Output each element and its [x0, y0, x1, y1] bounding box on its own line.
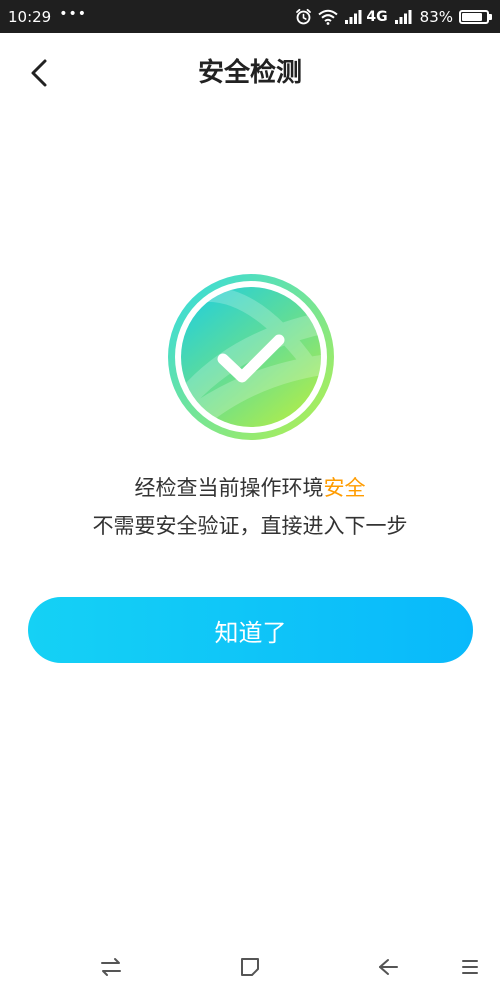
nav-home-button[interactable] — [232, 952, 268, 982]
battery-icon — [459, 9, 492, 24]
status-more-dots: ••• — [59, 5, 88, 22]
status-bar: 10:29 ••• 4G 83% — [0, 0, 500, 33]
menu-icon — [462, 960, 478, 974]
nav-switch-button[interactable] — [93, 952, 129, 982]
result-status-highlight: 安全 — [323, 476, 366, 500]
nav-menu-button[interactable] — [452, 952, 488, 982]
back-arrow-icon — [379, 959, 398, 975]
nav-back-button[interactable] — [370, 952, 406, 982]
switch-arrows-icon — [101, 958, 121, 976]
wifi-icon — [318, 9, 339, 25]
network-type: 4G — [366, 8, 388, 25]
signal-icon-secondary — [394, 9, 414, 24]
battery-percent: 83% — [419, 7, 453, 26]
check-circle-icon — [167, 273, 335, 441]
result-message-line2: 不需要安全验证，直接进入下一步 — [92, 514, 408, 538]
page-title: 安全检测 — [197, 58, 302, 88]
alarm-icon — [295, 8, 312, 25]
result-message-prefix: 经检查当前操作环境 — [134, 476, 324, 500]
square-icon — [241, 958, 259, 976]
ok-button[interactable]: 知道了 — [28, 597, 473, 663]
status-time: 10:29 — [8, 7, 52, 26]
battery-level-fill — [462, 12, 482, 21]
result-message-line1: 经检查当前操作环境安全 — [0, 472, 500, 502]
system-nav-bar — [0, 940, 500, 995]
header: 安全检测 — [0, 33, 500, 113]
security-check-screen: 10:29 ••• 4G 83% 安全检测 经检查当前操作环境安全 不需要安全验… — [0, 0, 500, 1000]
signal-icon — [344, 9, 364, 24]
